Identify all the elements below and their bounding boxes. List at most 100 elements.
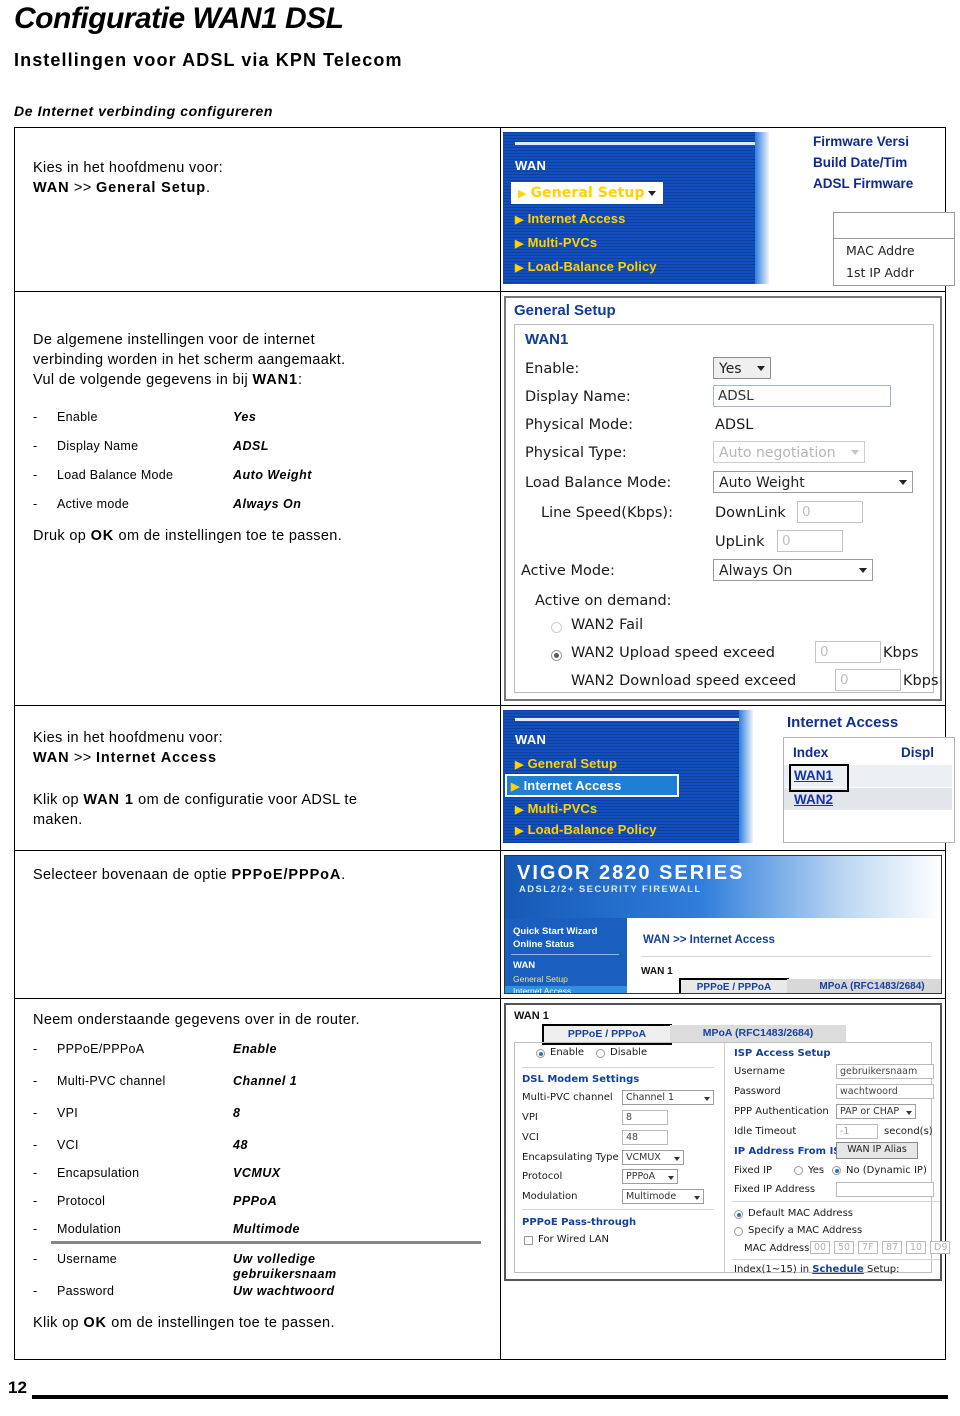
tab-pppoe-pppoa[interactable]: PPPoE / PPPoA (679, 978, 789, 993)
instruction-text-2: Klik op WAN 1 om de configuratie voor AD… (33, 790, 488, 830)
enable-select[interactable]: Yes (713, 357, 771, 379)
r2-para3a: Vul de volgende gegevens in bij (33, 372, 253, 388)
instruction-cell: De algemene instellingen voor de interne… (15, 292, 500, 705)
setting-key: Protocol (57, 1194, 106, 1208)
sidebar-group-wan: WAN (513, 960, 536, 971)
vci-input[interactable]: 48 (622, 1130, 668, 1145)
triangle-icon: ▶ (511, 781, 520, 793)
menu-item-general-setup[interactable]: ▶ General Setup (511, 754, 623, 773)
footer-rule (32, 1395, 948, 1399)
load-balance-mode-select[interactable]: Auto Weight (713, 471, 913, 493)
enable-value: Yes (719, 361, 742, 377)
status-box-top (833, 212, 955, 240)
table-link-wan2[interactable]: WAN2 (794, 792, 833, 807)
menu-item-label: Internet Access (527, 211, 626, 226)
menu-item-multi-pvcs[interactable]: ▶ Multi-PVCs (511, 799, 603, 818)
menu-item-load-balance-policy[interactable]: ▶ Load-Balance Policy (511, 820, 663, 839)
vpi-input[interactable]: 8 (622, 1110, 668, 1125)
for-wired-lan-label: For Wired LAN (538, 1234, 609, 1245)
menu-item-internet-access[interactable]: ▶ Internet Access (511, 209, 631, 228)
list-item: - Multi-PVC channel Channel 1 (33, 1074, 488, 1089)
downlink-value: 0 (802, 504, 811, 520)
screenshot-cell: WAN 1 PPPoE / PPPoA MPoA (RFC1483/2684) … (500, 999, 950, 1359)
mac-octet-3[interactable]: 7F (858, 1241, 878, 1254)
specify-mac-radio[interactable] (734, 1227, 743, 1236)
schedule-setup-label: Index(1~15) in Schedule Setup: (734, 1264, 899, 1275)
uplink-label: UpLink (715, 534, 765, 550)
wan2-download-input[interactable]: 0 (835, 669, 901, 691)
for-wired-lan-checkbox[interactable] (524, 1236, 533, 1245)
enable-label: Enable (550, 1047, 585, 1058)
username-value-line1: Uw volledige (233, 1252, 316, 1266)
mac-octet-1[interactable]: 00 (810, 1241, 830, 1254)
menu-item-internet-access[interactable]: ▶ Internet Access (505, 774, 679, 797)
vci-value: 48 (626, 1132, 639, 1143)
setting-value: 48 (233, 1138, 248, 1152)
active-mode-select[interactable]: Always On (713, 559, 873, 581)
multi-pvc-channel-select[interactable]: Channel 1 (622, 1090, 714, 1105)
menu-item-multi-pvcs[interactable]: ▶ Multi-PVCs (511, 233, 603, 252)
instruction-cell: Neem onderstaande gegevens over in de ro… (15, 999, 500, 1359)
wan2-upload-input[interactable]: 0 (815, 641, 881, 663)
ppp-authentication-select[interactable]: PAP or CHAP (836, 1104, 916, 1119)
table-row: De algemene instellingen voor de interne… (14, 292, 946, 706)
default-mac-radio[interactable] (734, 1210, 743, 1219)
wan2-fail-radio[interactable] (551, 622, 562, 633)
mac-octet-2[interactable]: 50 (834, 1241, 854, 1254)
column-header-index: Index (793, 745, 829, 760)
r1-menu-general-setup: General Setup (95, 180, 206, 196)
r2-colon: : (297, 372, 303, 388)
fixed-ip-address-input[interactable] (836, 1182, 934, 1197)
menu-item-load-balance-policy[interactable]: ▶ Load-Balance Policy (511, 257, 663, 276)
enable-radio[interactable] (536, 1049, 545, 1058)
list-item: - VPI 8 (33, 1106, 488, 1121)
tab-mpoa[interactable]: MPoA (RFC1483/2684) (670, 1025, 846, 1042)
ppp-authentication-value: PAP or CHAP (840, 1106, 900, 1117)
setting-value: Yes (233, 410, 257, 424)
idle-timeout-input[interactable]: -1 (836, 1124, 878, 1139)
modulation-select[interactable]: Multimode (622, 1189, 704, 1204)
wan2-upload-radio[interactable] (551, 650, 562, 661)
password-input[interactable]: wachtwoord (836, 1084, 934, 1099)
uplink-input[interactable]: 0 (777, 530, 843, 552)
table-row: Selecteer bovenaan de optie PPPoE/PPPoA.… (14, 851, 946, 999)
mac-octet-5[interactable]: 10 (906, 1241, 926, 1254)
idle-timeout-unit: second(s) (884, 1126, 933, 1137)
document-page: Configuratie WAN1 DSL Instellingen voor … (0, 0, 960, 1416)
downlink-input[interactable]: 0 (797, 501, 863, 523)
r2-wan1: WAN1 (252, 372, 298, 388)
idle-timeout-value: -1 (840, 1126, 850, 1137)
vpi-value: 8 (626, 1112, 633, 1123)
mac-octet-6[interactable]: D9 (930, 1241, 950, 1254)
username-input[interactable]: gebruikersnaam (836, 1064, 934, 1079)
bullet-dash: - (33, 1284, 38, 1298)
fixed-ip-no-radio[interactable] (832, 1166, 841, 1175)
table-link-wan1[interactable]: WAN1 (794, 768, 833, 783)
table-row: Kies in het hoofdmenu voor: WAN >> Inter… (14, 706, 955, 851)
display-name-input[interactable]: ADSL (713, 385, 891, 407)
sidebar-item-internet-access[interactable]: Internet Access (505, 986, 627, 993)
protocol-select[interactable]: PPPoA (622, 1169, 678, 1184)
encapsulating-type-select[interactable]: VCMUX (622, 1150, 684, 1165)
r1-menu-wan: WAN (33, 180, 70, 196)
wan2-upload-label: WAN2 Upload speed exceed (571, 645, 775, 661)
sidebar-item-general-setup[interactable]: General Setup (513, 974, 568, 984)
wan-ip-alias-button[interactable]: WAN IP Alias (836, 1142, 918, 1159)
page-title: Configuratie WAN1 DSL (14, 2, 344, 35)
instruction-text: De algemene instellingen voor de interne… (33, 330, 488, 390)
settings-list: - Enable Yes - Display Name ADSL - Load … (33, 410, 488, 512)
fixed-ip-yes-radio[interactable] (794, 1166, 803, 1175)
screenshot-cell: WAN ▶ General Setup ▶ Internet Access ▶ Mul… (500, 128, 955, 291)
tab-mpoa[interactable]: MPoA (RFC1483/2684) (787, 979, 941, 993)
vigor-sidebar: Quick Start Wizard Online Status WAN Gen… (505, 918, 627, 993)
multi-pvc-channel-value: Channel 1 (626, 1092, 675, 1103)
menu-item-general-setup[interactable]: ▶ General Setup (511, 182, 663, 204)
disable-radio[interactable] (596, 1049, 605, 1058)
mac-octet-4[interactable]: 87 (882, 1241, 902, 1254)
sidebar-item-quick-start-wizard[interactable]: Quick Start Wizard (513, 926, 597, 937)
setting-value: Always On (233, 497, 302, 511)
schedule-link[interactable]: Schedule (812, 1264, 864, 1275)
vigor-content: WAN >> Internet Access WAN 1 PPPoE / PPP… (627, 918, 941, 993)
sidebar-item-online-status[interactable]: Online Status (513, 939, 574, 950)
active-mode-label: Active Mode: (521, 563, 615, 579)
